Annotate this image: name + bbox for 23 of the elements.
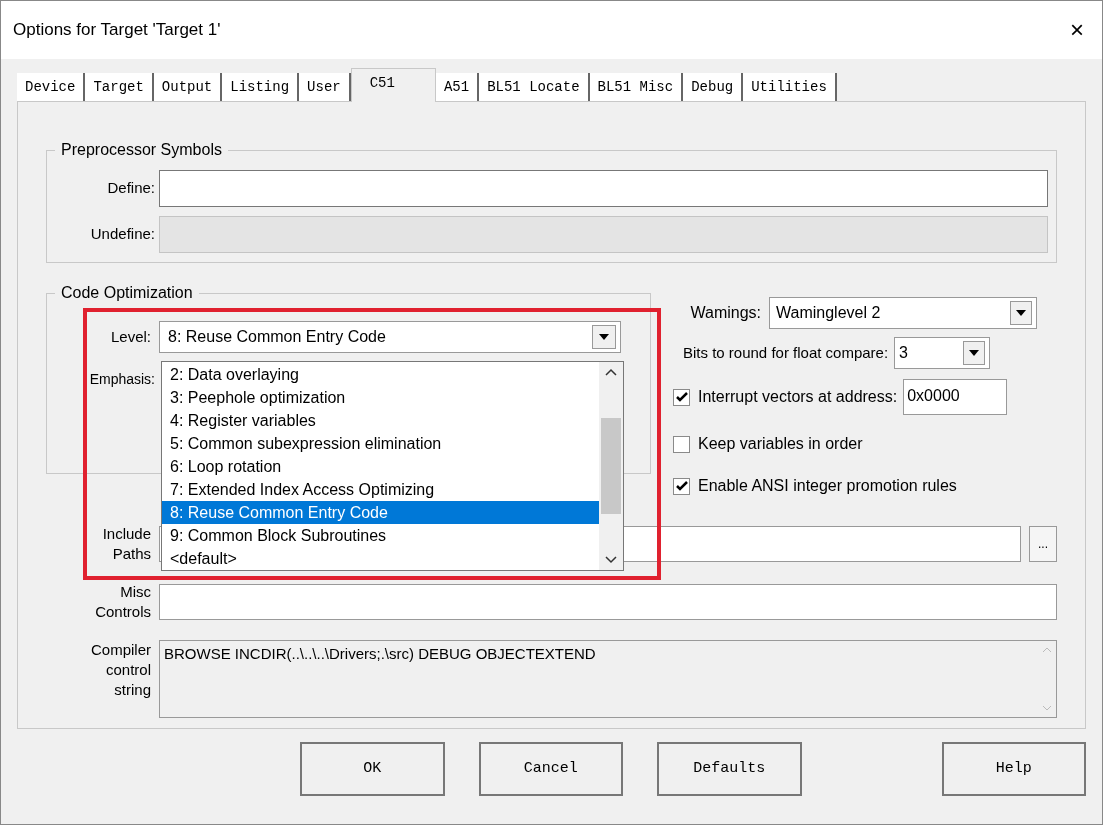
field-label: Compiler [91, 640, 151, 660]
field-label: Bits to round for float compare: [683, 342, 889, 363]
checkbox-label: Enable ANSI integer promotion rules [698, 476, 957, 496]
field-label: Paths [112, 544, 151, 564]
dropdown-value: 8: Reuse Common Entry Code [168, 327, 386, 347]
window-title: Options for Target 'Target 1' [13, 19, 221, 42]
field-label: control [105, 660, 151, 680]
field-label: Undefine: [89, 224, 155, 245]
dropdown-value: 3 [899, 343, 908, 363]
field-label: Include [102, 524, 151, 544]
dropdown-value: Waminglevel 2 [776, 303, 881, 323]
field-label: Misc [120, 582, 151, 602]
field-label: Wamings: [689, 303, 761, 323]
group-title: Preprocessor Symbols [60, 140, 223, 160]
field-label: Emphasis: [88, 370, 155, 389]
field-label: Level: [109, 326, 151, 347]
field-value: BROWSE INCDIR(..\..\..\Drivers;.\src) DEBUG OBJECTEXTEND [164, 644, 596, 664]
checkbox-label: Keep variables in order [698, 434, 863, 454]
field-label: Define: [106, 178, 155, 199]
field-label: string [114, 680, 151, 700]
checkbox-label: Interrupt vectors at address: [698, 387, 898, 407]
group-title: Code Optimization [60, 283, 194, 303]
field-label: Controls [95, 602, 151, 622]
